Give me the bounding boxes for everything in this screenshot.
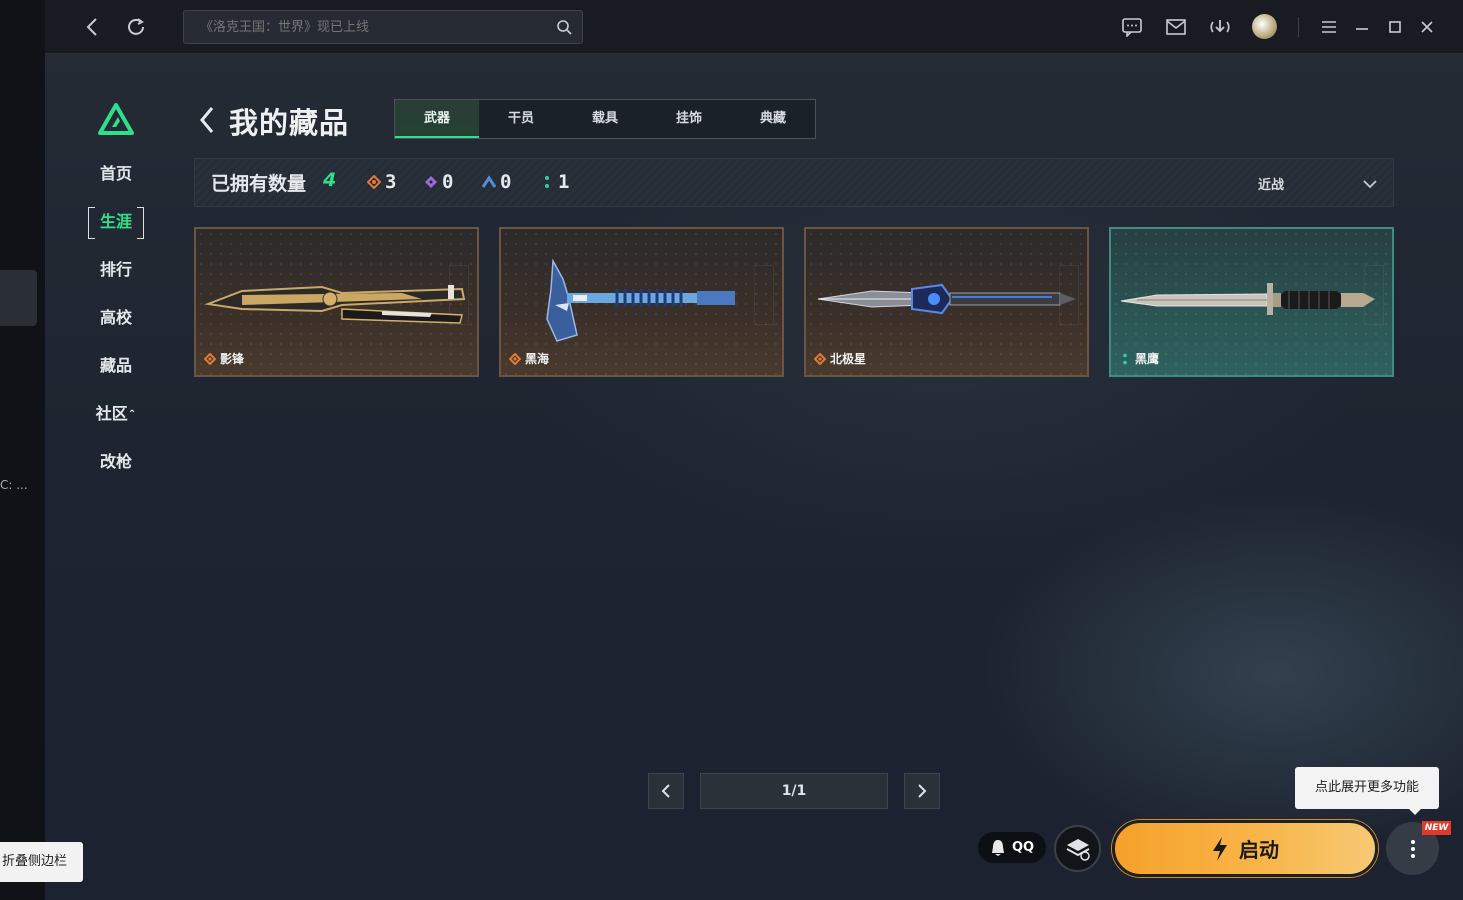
search-box[interactable] — [183, 10, 583, 44]
launch-button[interactable]: 启动 — [1112, 820, 1378, 877]
owned-count-label: 已拥有数量 — [211, 173, 307, 195]
tab-weapons[interactable]: 武器 — [395, 100, 479, 138]
orange-diamond-icon — [367, 175, 381, 189]
app-logo[interactable] — [98, 103, 134, 139]
outer-sidebar-truncated-text: C: ... — [0, 478, 28, 492]
new-badge: NEW — [1422, 821, 1451, 835]
rarity-count: 0 — [500, 171, 512, 193]
tab-charms[interactable]: 挂饰 — [647, 100, 731, 138]
chevron-up-icon: ⌃ — [127, 409, 137, 420]
tab-operators[interactable]: 干员 — [479, 100, 563, 138]
orange-diamond-icon — [509, 353, 521, 365]
accelerator-button[interactable] — [1054, 825, 1101, 872]
page-indicator: 1/1 — [700, 773, 888, 809]
outer-sidebar-selected-item[interactable] — [0, 270, 37, 326]
mail-icon[interactable] — [1163, 14, 1189, 40]
next-page-button[interactable] — [904, 773, 940, 809]
qq-button[interactable]: QQ — [978, 832, 1046, 863]
rarity-count: 1 — [558, 171, 570, 193]
chevron-down-icon[interactable] — [1362, 175, 1378, 194]
collection-card[interactable]: 北极星 — [804, 227, 1089, 377]
qq-label: QQ — [1011, 840, 1035, 855]
lightning-icon — [1213, 836, 1227, 861]
rarity-blue-count: 0 — [482, 171, 511, 193]
nav-item-community[interactable]: 社区⌃ — [88, 399, 144, 429]
nav-item-gunsmith[interactable]: 改枪 — [88, 447, 144, 477]
nav-item-college[interactable]: 高校 — [88, 303, 144, 333]
combat-knife-image — [1120, 283, 1375, 315]
item-name: 黑海 — [525, 352, 550, 366]
ownership-stats-bar: 已拥有数量 4 3 0 0 1 近战 — [194, 158, 1394, 207]
rarity-purple-count: 0 — [424, 171, 453, 193]
tab-vehicles[interactable]: 载具 — [563, 100, 647, 138]
green-dots-icon — [545, 176, 549, 188]
outer-sidebar: C: ... — [0, 0, 45, 900]
more-features-tooltip: 点此展开更多功能 — [1295, 767, 1439, 815]
collection-card[interactable]: 黑海 — [499, 227, 784, 377]
divider — [1298, 17, 1299, 37]
item-name: 影锋 — [220, 352, 245, 366]
chevron-right-icon — [918, 784, 927, 798]
prev-page-button[interactable] — [648, 773, 684, 809]
collection-card[interactable]: 影锋 — [194, 227, 479, 377]
filter-dropdown-label[interactable]: 近战 — [1258, 174, 1284, 193]
more-vertical-icon — [1410, 839, 1415, 858]
chat-icon[interactable] — [1119, 14, 1145, 40]
maximize-icon[interactable] — [1382, 14, 1408, 40]
collection-card[interactable]: 黑鹰 — [1109, 227, 1394, 377]
menu-icon[interactable] — [1316, 14, 1342, 40]
nav-item-career[interactable]: 生涯 — [88, 207, 144, 239]
collapse-sidebar-tooltip: 折叠侧边栏 — [0, 842, 83, 882]
layers-icon — [1066, 838, 1090, 861]
rarity-count: 0 — [442, 171, 454, 193]
nav-item-ranking[interactable]: 排行 — [88, 255, 144, 285]
search-input[interactable] — [184, 11, 544, 43]
top-bar — [45, 0, 1463, 54]
page-title: 我的藏品 — [229, 106, 350, 140]
download-icon[interactable] — [1207, 14, 1233, 40]
item-name: 北极星 — [830, 352, 867, 366]
nav-item-home[interactable]: 首页 — [88, 159, 144, 189]
avatar[interactable] — [1252, 14, 1277, 39]
rarity-count: 3 — [385, 171, 397, 193]
blue-chevron-icon — [482, 175, 496, 188]
orange-diamond-icon — [814, 353, 826, 365]
butterfly-knife-image — [204, 285, 466, 324]
item-name: 黑鹰 — [1135, 352, 1160, 366]
chevron-left-icon — [661, 784, 670, 798]
rarity-orange-count: 3 — [367, 171, 396, 193]
launch-label: 启动 — [1239, 838, 1279, 862]
nav-item-collection[interactable]: 藏品 — [88, 351, 144, 381]
page-back-icon[interactable] — [196, 104, 218, 136]
tab-collection[interactable]: 典藏 — [731, 100, 815, 138]
minimize-icon[interactable] — [1349, 14, 1375, 40]
category-tabs: 武器 干员 载具 挂饰 典藏 — [394, 99, 816, 139]
orange-diamond-icon — [204, 353, 216, 365]
tomahawk-image — [546, 258, 735, 342]
owned-count-value: 4 — [323, 169, 337, 191]
back-icon[interactable] — [79, 14, 105, 40]
rarity-green-count: 1 — [540, 171, 569, 193]
refresh-icon[interactable] — [123, 14, 149, 40]
purple-diamond-icon — [425, 176, 437, 188]
green-dots-icon — [1123, 353, 1127, 365]
nav-item-community-label: 社区 — [95, 404, 128, 423]
close-icon[interactable] — [1414, 14, 1440, 40]
search-icon[interactable] — [556, 19, 572, 39]
bell-icon — [991, 839, 1004, 856]
dagger-image — [817, 283, 1076, 315]
